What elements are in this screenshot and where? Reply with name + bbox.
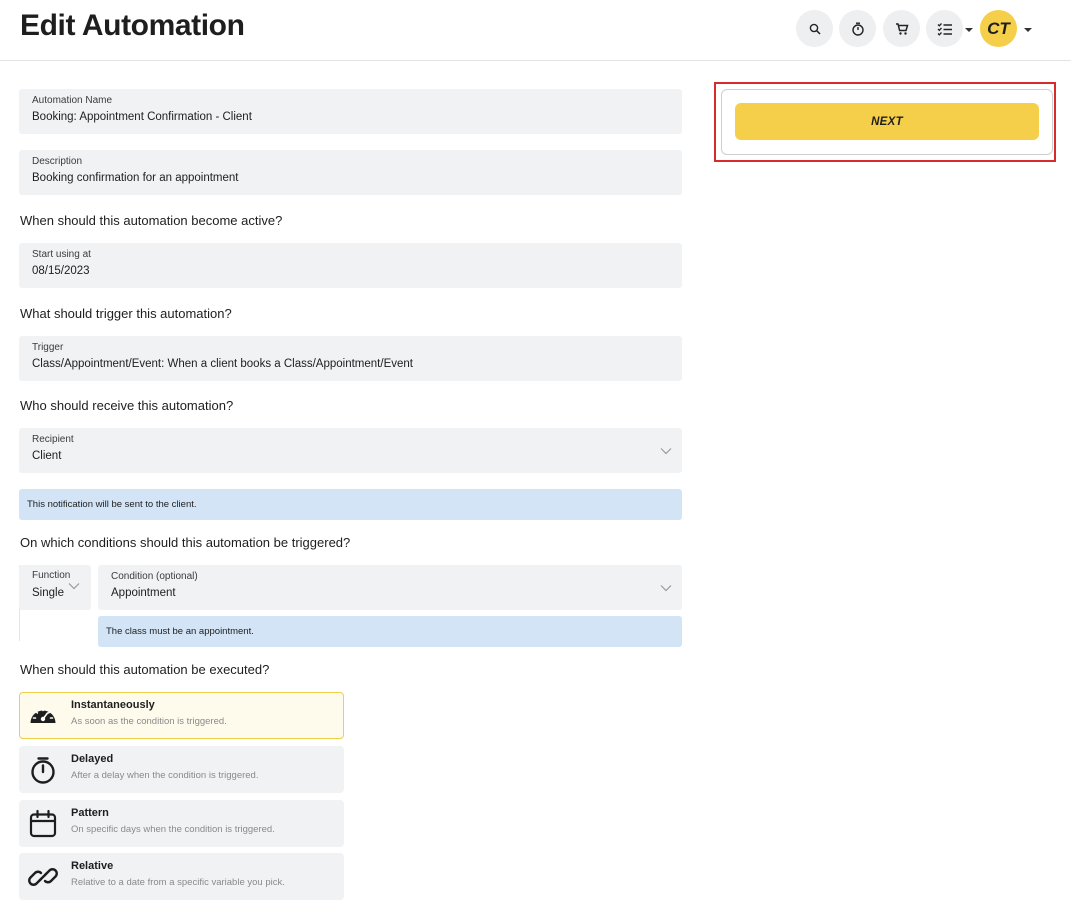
user-menu-caret-icon[interactable]	[1024, 28, 1032, 32]
next-button[interactable]: NEXT	[735, 103, 1039, 140]
option-instantaneously[interactable]: Instantaneously As soon as the condition…	[19, 692, 344, 739]
condition-select[interactable]: Condition (optional) Appointment	[98, 565, 682, 610]
automation-name-field[interactable]: Automation Name Booking: Appointment Con…	[19, 89, 682, 134]
option-description: After a delay when the condition is trig…	[71, 770, 259, 781]
timer-icon	[851, 22, 864, 36]
description-label: Description	[32, 156, 83, 167]
trigger-value[interactable]: Class/Appointment/Event: When a client b…	[32, 358, 413, 370]
start-date-label: Start using at	[32, 249, 91, 260]
condition-label: Condition (optional)	[111, 571, 198, 582]
page-title: Edit Automation	[20, 9, 245, 42]
chevron-down-icon[interactable]	[68, 582, 80, 590]
timer-button[interactable]	[839, 10, 876, 47]
recipient-info-banner: This notification will be sent to the cl…	[19, 489, 682, 520]
automation-name-value[interactable]: Booking: Appointment Confirmation - Clie…	[32, 111, 252, 123]
link-icon	[28, 868, 58, 886]
tasks-dropdown-caret-icon[interactable]	[965, 28, 973, 32]
top-header: Edit Automation CT	[0, 0, 1071, 61]
chevron-down-icon[interactable]	[660, 447, 672, 455]
speedometer-icon	[30, 707, 56, 723]
user-avatar[interactable]: CT	[980, 10, 1017, 47]
trigger-label: Trigger	[32, 342, 64, 353]
recipient-value[interactable]: Client	[32, 450, 61, 462]
option-title: Delayed	[71, 753, 114, 765]
question-active: When should this automation become activ…	[20, 213, 283, 228]
automation-name-label: Automation Name	[32, 95, 113, 106]
search-button[interactable]	[796, 10, 833, 47]
condition-value[interactable]: Appointment	[111, 587, 176, 599]
calendar-icon	[29, 809, 57, 838]
recipient-select[interactable]: Recipient Client	[19, 428, 682, 473]
start-date-value[interactable]: 08/15/2023	[32, 265, 90, 277]
option-title: Relative	[71, 860, 114, 872]
trigger-field[interactable]: Trigger Class/Appointment/Event: When a …	[19, 336, 682, 381]
stopwatch-icon	[31, 757, 55, 784]
option-relative[interactable]: Relative Relative to a date from a speci…	[19, 853, 344, 900]
function-label: Function	[32, 570, 71, 581]
option-description: Relative to a date from a specific varia…	[71, 877, 285, 888]
option-title: Instantaneously	[71, 699, 155, 711]
question-executed: When should this automation be executed?	[20, 662, 270, 677]
option-description: On specific days when the condition is t…	[71, 824, 275, 835]
chevron-down-icon[interactable]	[660, 584, 672, 592]
recipient-label: Recipient	[32, 434, 74, 445]
search-icon	[809, 23, 821, 35]
cart-button[interactable]	[883, 10, 920, 47]
option-description: As soon as the condition is triggered.	[71, 716, 227, 727]
description-field[interactable]: Description Booking confirmation for an …	[19, 150, 682, 195]
cart-icon	[895, 22, 909, 35]
option-delayed[interactable]: Delayed After a delay when the condition…	[19, 746, 344, 793]
function-value[interactable]: Single	[32, 587, 64, 599]
question-conditions: On which conditions should this automati…	[20, 535, 351, 550]
checklist-icon	[937, 22, 952, 36]
condition-info-banner: The class must be an appointment.	[98, 616, 682, 647]
question-recipient: Who should receive this automation?	[20, 398, 234, 413]
function-select[interactable]: Function Single	[19, 565, 91, 610]
description-value[interactable]: Booking confirmation for an appointment	[32, 172, 238, 184]
option-pattern[interactable]: Pattern On specific days when the condit…	[19, 800, 344, 847]
option-title: Pattern	[71, 807, 109, 819]
start-date-field[interactable]: Start using at 08/15/2023	[19, 243, 682, 288]
tasks-button[interactable]	[926, 10, 963, 47]
question-trigger: What should trigger this automation?	[20, 306, 232, 321]
